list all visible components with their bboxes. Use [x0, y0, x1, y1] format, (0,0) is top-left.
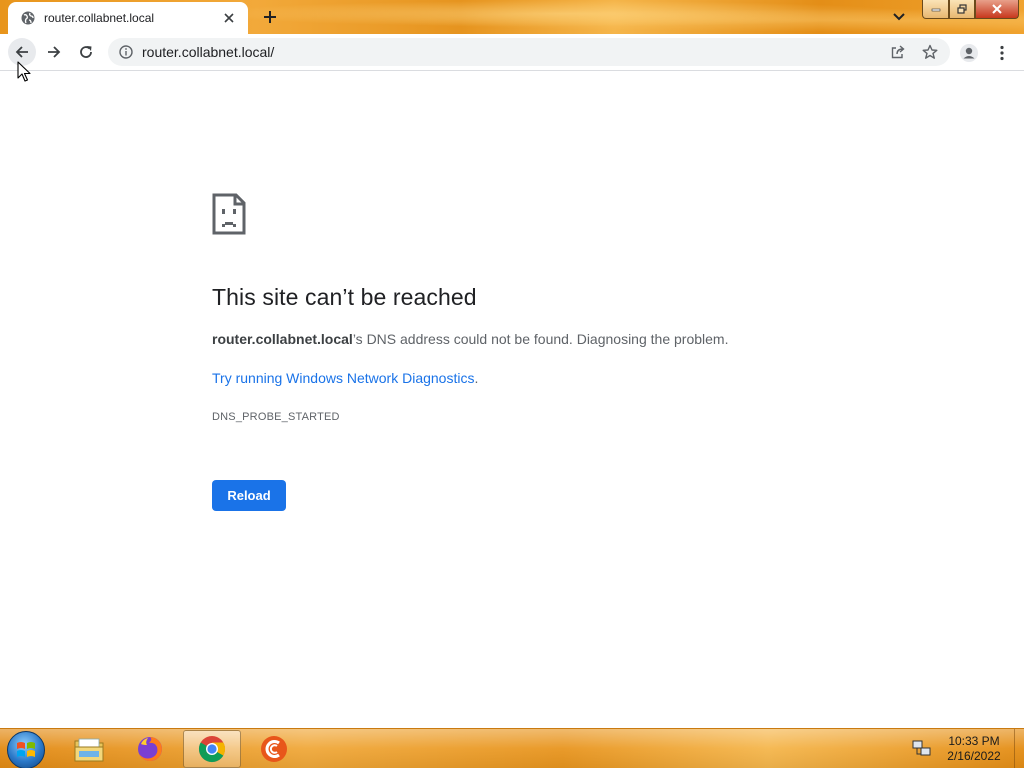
- window-controls: [922, 0, 1019, 20]
- share-icon[interactable]: [888, 42, 908, 62]
- reload-button[interactable]: Reload: [212, 480, 286, 511]
- windows-logo-icon: [17, 742, 35, 757]
- plus-icon[interactable]: [258, 5, 282, 29]
- reload-icon[interactable]: [72, 38, 100, 66]
- chrome-icon[interactable]: [183, 730, 241, 768]
- globe-icon: [20, 10, 36, 26]
- more-vert-icon[interactable]: [992, 41, 1012, 65]
- browser-tab[interactable]: router.collabnet.local: [8, 2, 248, 34]
- error-host: router.collabnet.local: [212, 331, 353, 347]
- error-description: router.collabnet.local’s DNS address cou…: [212, 331, 728, 347]
- restore-icon[interactable]: [949, 0, 975, 19]
- mouse-cursor-icon: [17, 61, 31, 82]
- network-icon[interactable]: [912, 739, 932, 759]
- diagnostics-link[interactable]: Try running Windows Network Diagnostics: [212, 370, 474, 386]
- info-icon[interactable]: [118, 44, 134, 60]
- sad-page-icon: [212, 193, 246, 235]
- windows-explorer-icon[interactable]: [60, 730, 118, 768]
- diagnostics-link-line: Try running Windows Network Diagnostics.: [212, 370, 478, 386]
- error-page: This site can’t be reached router.collab…: [0, 71, 1024, 728]
- window-close-icon[interactable]: [975, 0, 1019, 19]
- start-button[interactable]: [7, 731, 45, 768]
- error-code: DNS_PROBE_STARTED: [212, 411, 340, 423]
- tab-strip: router.collabnet.local: [0, 0, 1024, 34]
- taskbar: 10:33 PM 2/16/2022: [0, 728, 1024, 768]
- address-url[interactable]: router.collabnet.local/: [142, 44, 274, 60]
- star-icon[interactable]: [920, 42, 940, 62]
- show-desktop-button[interactable]: [1014, 729, 1024, 768]
- error-title: This site can’t be reached: [212, 284, 477, 310]
- ccleaner-icon[interactable]: [245, 730, 303, 768]
- profile-icon[interactable]: [957, 41, 981, 65]
- clock-time: 10:33 PM: [948, 734, 1000, 748]
- clock-date: 2/16/2022: [947, 749, 1001, 763]
- error-description-text: ’s DNS address could not be found. Diagn…: [352, 331, 729, 347]
- firefox-icon[interactable]: [121, 730, 179, 768]
- address-bar[interactable]: router.collabnet.local/: [108, 38, 950, 66]
- system-clock[interactable]: 10:33 PM 2/16/2022: [940, 734, 1008, 764]
- tab-title: router.collabnet.local: [44, 11, 155, 25]
- forward-arrow-icon[interactable]: [40, 38, 68, 66]
- minimize-icon[interactable]: [922, 0, 949, 19]
- close-icon[interactable]: [220, 9, 238, 27]
- link-suffix: .: [474, 370, 479, 386]
- chevron-down-icon[interactable]: [887, 6, 911, 28]
- browser-toolbar: router.collabnet.local/: [0, 34, 1024, 71]
